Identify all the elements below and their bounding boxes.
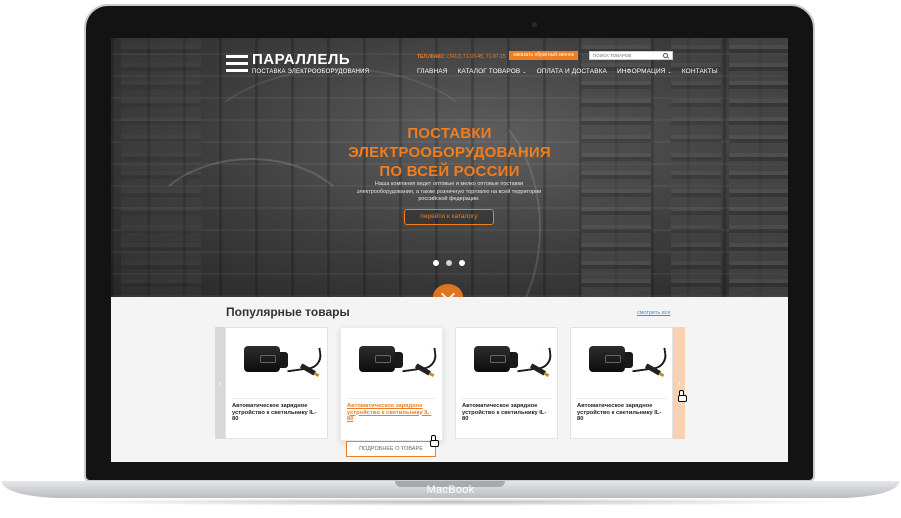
nav-item-info[interactable]: ИНФОРМАЦИЯ ⌄	[617, 68, 672, 75]
card-divider	[462, 398, 551, 399]
site-logo[interactable]: ПАРАЛЛЕЛЬ ПОСТАВКА ЭЛЕКТРООБОРУДОВАНИЯ	[226, 51, 370, 75]
section-title: Популярные товары	[226, 305, 350, 319]
search-icon[interactable]	[662, 52, 670, 59]
card-divider	[232, 398, 321, 399]
hero-description: Наша компания ведет оптовые и мелко опто…	[356, 181, 542, 202]
laptop-shadow	[40, 498, 861, 506]
card-divider	[577, 398, 666, 399]
nav-item-home[interactable]: ГЛАВНАЯ	[417, 68, 448, 75]
product-name[interactable]: Автоматическое зарядное устройство к све…	[232, 403, 322, 423]
search-input[interactable]	[590, 52, 662, 59]
nav-item-label: ОПЛАТА И ДОСТАВКА	[536, 68, 607, 75]
phone-value: (3412) 71-93-45, 71-97-15	[447, 54, 506, 60]
product-name[interactable]: Автоматическое зарядное устройство к све…	[577, 403, 667, 423]
camera-icon	[532, 22, 537, 27]
slider-dot[interactable]	[459, 260, 465, 266]
logo-icon	[226, 55, 248, 73]
card-divider	[347, 398, 436, 399]
product-name[interactable]: Автоматическое зарядное устройство к све…	[462, 403, 552, 423]
product-details-button[interactable]: ПОДРОБНЕЕ О ТОВАРЕ	[346, 441, 436, 457]
nav-item-label: КОНТАКТЫ	[681, 68, 718, 75]
search-box	[589, 51, 673, 60]
product-image	[466, 342, 554, 392]
slider-dot[interactable]	[446, 260, 452, 266]
main-nav: ГЛАВНАЯ КАТАЛОГ ТОВАРОВ ⌄ ОПЛАТА И ДОСТАВ…	[417, 68, 728, 75]
hero-title: ПОСТАВКИ ЭЛЕКТРООБОРУДОВАНИЯ ПО ВСЕЙ РОС…	[111, 124, 788, 181]
hero-title-line: ПОСТАВКИ	[407, 125, 492, 142]
see-all-link[interactable]: смотреть все	[637, 310, 671, 316]
nav-item-label: ГЛАВНАЯ	[417, 68, 448, 75]
hero-title-line: ЭЛЕКТРООБОРУДОВАНИЯ	[348, 144, 551, 161]
nav-item-label: КАТАЛОГ ТОВАРОВ	[457, 68, 521, 75]
slider-dots	[433, 260, 465, 266]
hero-banner: ПАРАЛЛЕЛЬ ПОСТАВКА ЭЛЕКТРООБОРУДОВАНИЯ Т…	[111, 38, 788, 297]
carousel-next-button[interactable]: ›	[673, 327, 685, 439]
hand-cursor-icon	[677, 390, 687, 402]
nav-item-payment-delivery[interactable]: ОПЛАТА И ДОСТАВКА	[537, 68, 607, 75]
product-name[interactable]: Автоматическое зарядное устройство к све…	[347, 403, 437, 423]
screen: ПАРАЛЛЕЛЬ ПОСТАВКА ЭЛЕКТРООБОРУДОВАНИЯ Т…	[111, 38, 788, 462]
phone-label: ТЕЛ./ФАКС:	[417, 54, 446, 60]
popular-products-section: Популярные товары смотреть все ‹ Автомат…	[111, 297, 788, 462]
logo-name: ПАРАЛЛЕЛЬ	[252, 51, 351, 68]
product-image	[581, 342, 669, 392]
product-image	[351, 342, 439, 392]
slider-dot[interactable]	[433, 260, 439, 266]
hand-cursor-icon	[429, 435, 439, 447]
logo-tagline: ПОСТАВКА ЭЛЕКТРООБОРУДОВАНИЯ	[252, 69, 370, 75]
product-image	[236, 342, 324, 392]
nav-item-contacts[interactable]: КОНТАКТЫ	[682, 68, 718, 75]
callback-button[interactable]: заказать обратный звонок	[509, 51, 578, 60]
nav-item-label: ИНФОРМАЦИЯ	[616, 68, 666, 75]
chevron-down-icon: ⌄	[667, 68, 672, 75]
phone-info: ТЕЛ./ФАКС: (3412) 71-93-45, 71-97-15	[417, 54, 506, 60]
brand-label: MacBook	[426, 484, 475, 496]
chevron-down-icon	[440, 286, 456, 297]
nav-item-catalog[interactable]: КАТАЛОГ ТОВАРОВ ⌄	[458, 68, 527, 75]
hero-title-line: ПО ВСЕЙ РОССИИ	[379, 163, 520, 180]
product-card[interactable]: Автоматическое зарядное устройство к све…	[570, 327, 673, 439]
product-card[interactable]: Автоматическое зарядное устройство к све…	[225, 327, 328, 439]
carousel-prev-button[interactable]: ‹	[215, 327, 225, 439]
product-card[interactable]: Автоматическое зарядное устройство к све…	[340, 327, 443, 441]
product-card[interactable]: Автоматическое зарядное устройство к све…	[455, 327, 558, 439]
go-to-catalog-button[interactable]: перейти к каталогу	[404, 209, 494, 225]
chevron-down-icon: ⌄	[522, 68, 527, 75]
